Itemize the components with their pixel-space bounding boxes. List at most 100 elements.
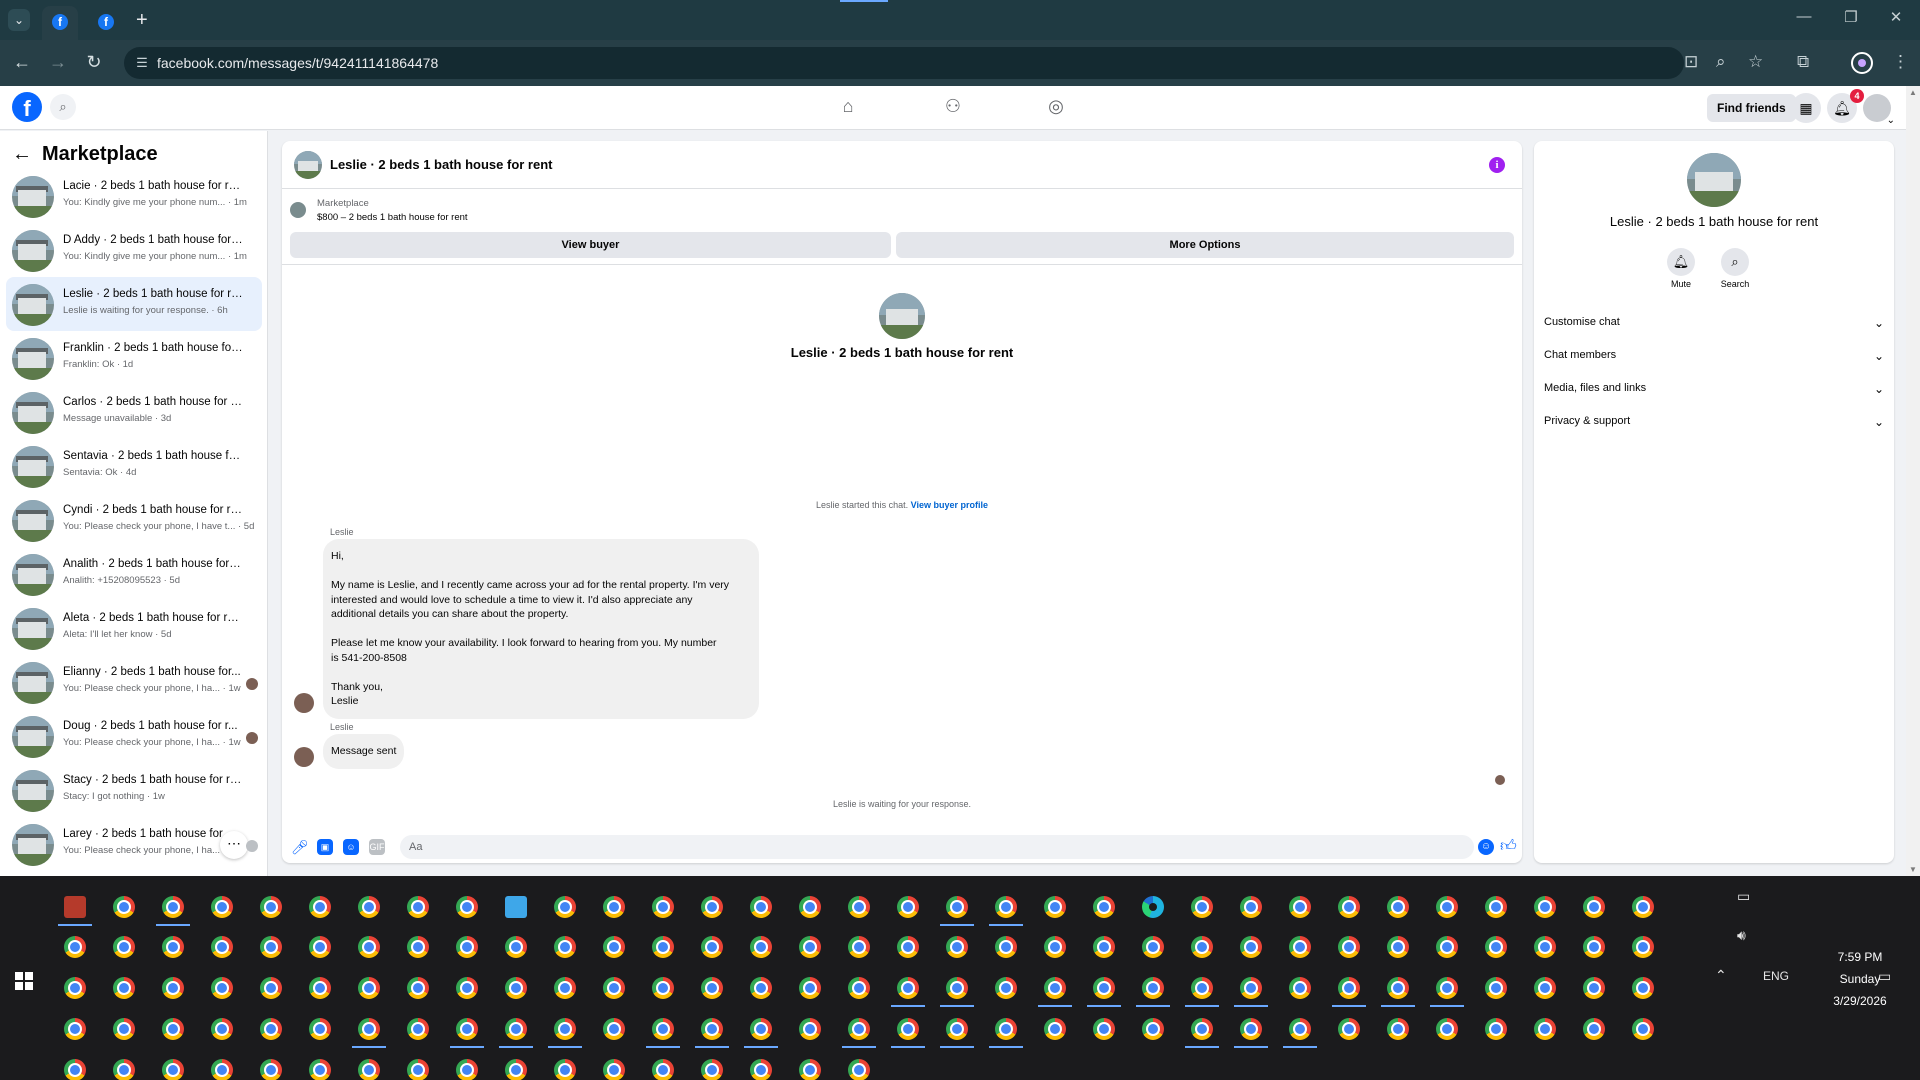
home-icon[interactable]: ⌂ <box>833 96 863 117</box>
url-text[interactable]: facebook.com/messages/t/942411141864478 <box>157 55 438 71</box>
chrome-icon[interactable] <box>456 977 478 999</box>
chrome-icon[interactable] <box>1142 1018 1164 1040</box>
close-icon[interactable]: ✕ <box>1876 8 1916 26</box>
chrome-icon[interactable] <box>750 1018 772 1040</box>
chrome-icon[interactable] <box>603 977 625 999</box>
chrome-icon[interactable] <box>701 1059 723 1080</box>
chrome-icon[interactable] <box>64 1059 86 1080</box>
listing-price-title[interactable]: $800 – 2 beds 1 bath house for rent <box>317 212 468 223</box>
pinned-app-icon[interactable] <box>64 896 86 918</box>
chrome-icon[interactable] <box>260 1059 282 1080</box>
tablet-mode-icon[interactable]: ▭ <box>1737 888 1750 905</box>
chrome-icon[interactable] <box>358 896 380 918</box>
chrome-icon[interactable] <box>995 936 1017 958</box>
chrome-icon[interactable] <box>456 896 478 918</box>
chrome-icon[interactable] <box>1142 977 1164 999</box>
app-window-icon[interactable] <box>505 896 527 918</box>
chrome-icon[interactable] <box>407 1059 429 1080</box>
restore-icon[interactable]: ❐ <box>1831 8 1871 26</box>
extensions-icon[interactable]: ⧉ <box>1797 52 1809 72</box>
windows-start-icon[interactable] <box>15 972 33 990</box>
chrome-icon[interactable] <box>260 1018 282 1040</box>
chrome-icon[interactable] <box>652 1018 674 1040</box>
chrome-icon[interactable] <box>1338 1018 1360 1040</box>
chrome-icon[interactable] <box>897 977 919 999</box>
chrome-icon[interactable] <box>1632 977 1654 999</box>
chrome-icon[interactable] <box>358 936 380 958</box>
chrome-icon[interactable] <box>309 896 331 918</box>
chrome-icon[interactable] <box>1191 936 1213 958</box>
chrome-icon[interactable] <box>1436 1018 1458 1040</box>
chrome-icon[interactable] <box>358 1018 380 1040</box>
chrome-icon[interactable] <box>260 936 282 958</box>
conversation-info-icon[interactable]: i <box>1489 157 1505 173</box>
sender-avatar[interactable] <box>294 747 314 767</box>
chrome-icon[interactable] <box>1485 936 1507 958</box>
photo-icon[interactable]: ▣ <box>317 839 333 855</box>
profile-icon[interactable] <box>1851 52 1873 74</box>
chrome-icon[interactable] <box>211 1018 233 1040</box>
chrome-icon[interactable] <box>260 896 282 918</box>
sender-avatar[interactable] <box>294 693 314 713</box>
chrome-icon[interactable] <box>946 936 968 958</box>
chrome-icon[interactable] <box>1093 936 1115 958</box>
like-thumb-icon[interactable]: 👍︎ <box>1500 837 1517 856</box>
chrome-icon[interactable] <box>946 977 968 999</box>
bookmark-star-icon[interactable]: ☆ <box>1748 52 1763 72</box>
chrome-icon[interactable] <box>162 1018 184 1040</box>
chrome-icon[interactable] <box>750 1059 772 1080</box>
chrome-icon[interactable] <box>1387 896 1409 918</box>
friends-icon[interactable]: ⚇ <box>938 96 968 117</box>
chrome-icon[interactable] <box>652 936 674 958</box>
chrome-icon[interactable] <box>554 977 576 999</box>
chrome-icon[interactable] <box>309 977 331 999</box>
chrome-icon[interactable] <box>554 896 576 918</box>
chrome-icon[interactable] <box>750 977 772 999</box>
view-buyer-button[interactable]: View buyer <box>290 232 891 258</box>
chrome-icon[interactable] <box>603 1018 625 1040</box>
chrome-icon[interactable] <box>554 936 576 958</box>
browser-tab-facebook-messages[interactable]: f <box>42 6 78 40</box>
chrome-icon[interactable] <box>1044 936 1066 958</box>
chrome-icon[interactable] <box>407 936 429 958</box>
conversation-item[interactable]: Aleta · 2 beds 1 bath house for rent Alet… <box>6 601 262 655</box>
tab-search-dropdown-icon[interactable]: ⌄ <box>8 9 30 31</box>
chrome-icon[interactable] <box>554 1018 576 1040</box>
conversation-item[interactable]: D Addy · 2 beds 1 bath house for r... You… <box>6 223 262 277</box>
chrome-icon[interactable] <box>1191 896 1213 918</box>
chrome-icon[interactable] <box>652 1059 674 1080</box>
conversation-item[interactable]: Elianny · 2 beds 1 bath house for... You:… <box>6 655 262 709</box>
chrome-icon[interactable] <box>113 1059 135 1080</box>
chrome-icon[interactable] <box>1534 896 1556 918</box>
back-arrow-icon[interactable]: ← <box>10 52 34 73</box>
chrome-icon[interactable] <box>456 936 478 958</box>
show-hidden-icons-chevron-icon[interactable]: ⌃ <box>1715 967 1727 984</box>
chrome-icon[interactable] <box>64 1018 86 1040</box>
find-friends-button[interactable]: Find friends <box>1707 94 1796 122</box>
chrome-icon[interactable] <box>211 1059 233 1080</box>
chrome-icon[interactable] <box>211 896 233 918</box>
chat-members-section[interactable]: Chat members ⌄ <box>1544 349 1884 371</box>
conversation-item[interactable]: Lacie · 2 beds 1 bath house for rent You:… <box>6 169 262 223</box>
chrome-icon[interactable] <box>113 977 135 999</box>
chrome-icon[interactable] <box>1632 1018 1654 1040</box>
chrome-icon[interactable] <box>1142 936 1164 958</box>
chrome-icon[interactable] <box>701 977 723 999</box>
more-options-button[interactable]: More Options <box>896 232 1514 258</box>
minimize-icon[interactable]: — <box>1784 8 1824 25</box>
sticker-icon[interactable]: ☺ <box>343 839 359 855</box>
chrome-icon[interactable] <box>309 1059 331 1080</box>
chrome-icon[interactable] <box>309 936 331 958</box>
chrome-icon[interactable] <box>1044 1018 1066 1040</box>
volume-icon[interactable]: 🔊︎ <box>1737 927 1746 944</box>
chrome-icon[interactable] <box>113 936 135 958</box>
message-bubble[interactable]: Message sent <box>323 734 405 769</box>
chrome-icon[interactable] <box>701 936 723 958</box>
chrome-icon[interactable] <box>652 896 674 918</box>
chrome-icon[interactable] <box>407 977 429 999</box>
view-buyer-profile-link[interactable]: View buyer profile <box>911 500 988 510</box>
chrome-icon[interactable] <box>1583 896 1605 918</box>
customise-chat-section[interactable]: Customise chat ⌄ <box>1544 316 1884 338</box>
chrome-icon[interactable] <box>603 896 625 918</box>
chrome-icon[interactable] <box>848 936 870 958</box>
